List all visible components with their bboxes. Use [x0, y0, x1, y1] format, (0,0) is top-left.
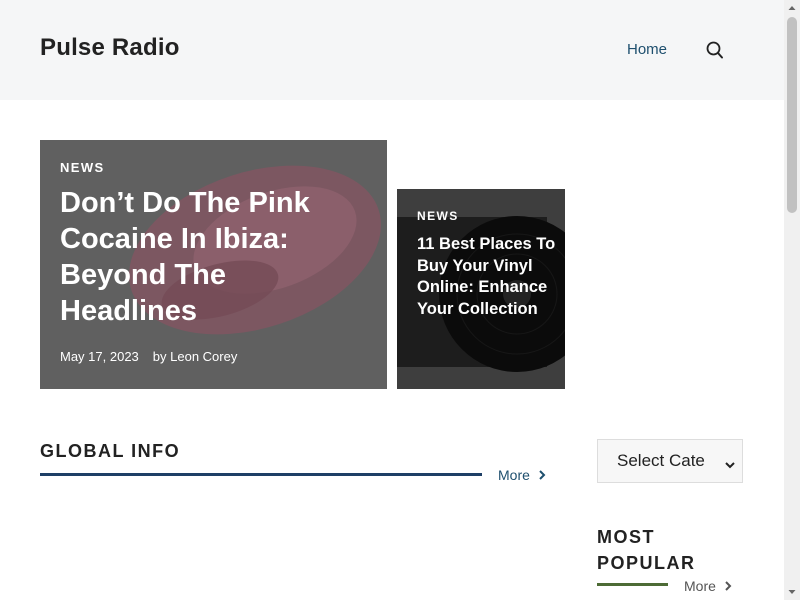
- category-select[interactable]: Select Cate: [597, 439, 743, 483]
- featured-post-card[interactable]: NEWS 11 Best Places To Buy Your Vinyl On…: [397, 189, 565, 389]
- more-label: More: [498, 467, 530, 483]
- scroll-up-arrow-icon[interactable]: [784, 0, 800, 16]
- popular-underline: [597, 583, 668, 586]
- post-title[interactable]: 11 Best Places To Buy Your Vinyl Online:…: [417, 234, 557, 320]
- site-header: Pulse Radio Home: [0, 0, 784, 100]
- chevron-down-icon: [724, 455, 736, 475]
- post-title[interactable]: Don’t Do The Pink Cocaine In Ibiza: Beyo…: [60, 185, 360, 329]
- chevron-right-icon: [538, 467, 546, 483]
- search-icon[interactable]: [705, 39, 725, 61]
- section-title: GLOBAL INFO: [40, 441, 181, 461]
- more-link[interactable]: More: [498, 467, 546, 483]
- select-label: Select Cate: [617, 451, 705, 470]
- scroll-down-arrow-icon[interactable]: [784, 584, 800, 600]
- nav-home-link[interactable]: Home: [627, 41, 667, 58]
- category-label[interactable]: NEWS: [60, 160, 105, 175]
- popular-title: MOST POPULAR: [597, 527, 696, 573]
- featured-post-card[interactable]: NEWS Don’t Do The Pink Cocaine In Ibiza:…: [40, 140, 387, 389]
- more-link[interactable]: More: [684, 578, 732, 594]
- more-label: More: [684, 578, 716, 594]
- post-author[interactable]: by Leon Corey: [153, 349, 238, 364]
- category-label[interactable]: NEWS: [417, 209, 459, 223]
- post-meta: May 17, 2023 by Leon Corey: [60, 349, 237, 364]
- scroll-thumb[interactable]: [787, 17, 797, 213]
- section-underline: [40, 473, 482, 476]
- post-date: May 17, 2023: [60, 349, 139, 364]
- page-scrollbar[interactable]: [784, 0, 800, 600]
- chevron-right-icon: [724, 578, 732, 594]
- site-title[interactable]: Pulse Radio: [40, 34, 180, 62]
